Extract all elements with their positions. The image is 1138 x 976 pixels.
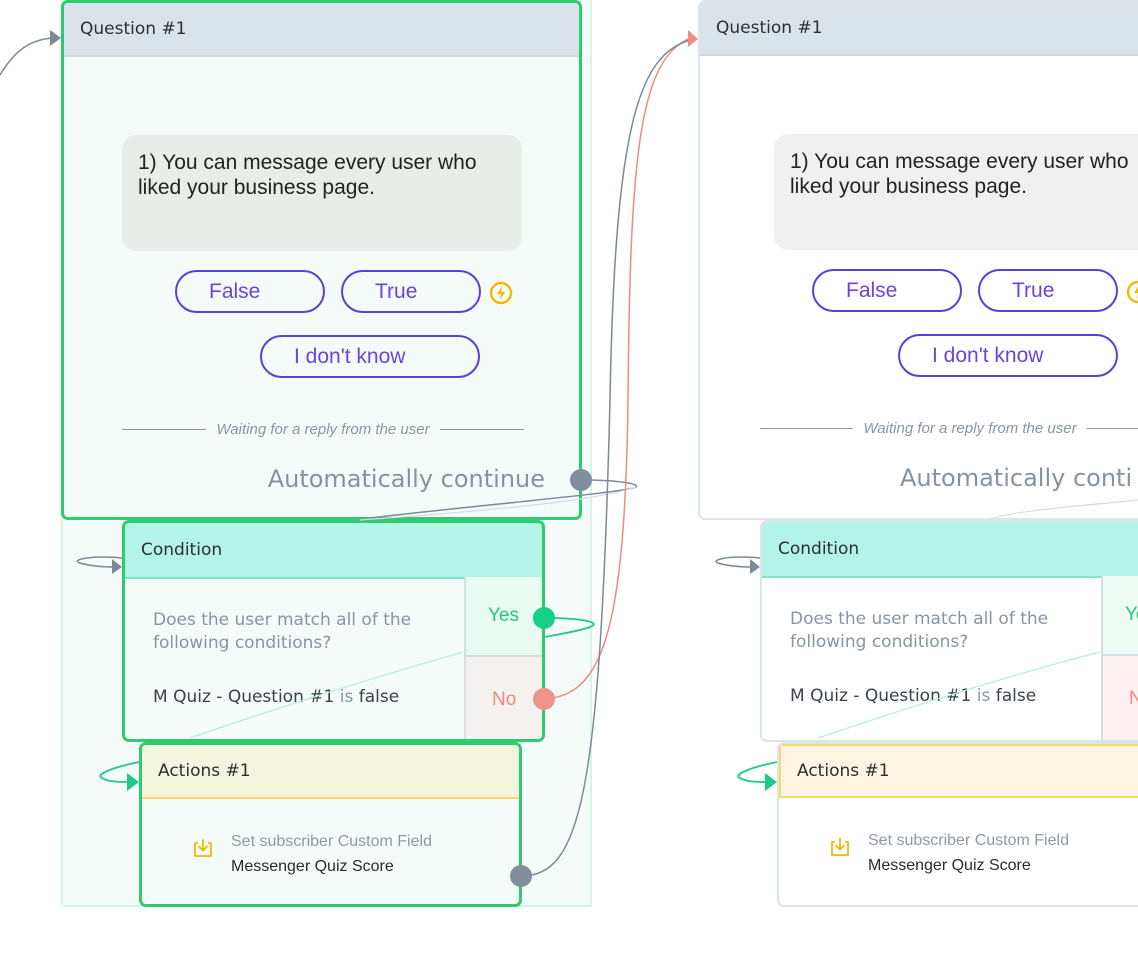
actions-title: Actions #1 [158,761,251,781]
arrow-head-icon [50,30,61,46]
condition-node-right[interactable]: Condition Does the user match all of the… [760,520,1138,742]
actions-node-left[interactable]: Actions #1 Set subscriber Custom Field M… [139,742,522,907]
condition-node-header[interactable]: Condition [125,523,542,579]
action-type: Set subscriber Custom Field [868,832,1069,849]
yes-output-port[interactable] [533,607,555,629]
condition-yes-branch: Ye [1101,576,1138,656]
condition-question: Does the user match all of the following… [153,610,412,653]
rule-operator: is [976,686,991,706]
quick-reply-false[interactable]: False [175,270,325,313]
rule-value: false [995,686,1037,706]
waiting-text: Waiting for a reply from the user [216,421,430,438]
question-title: Question #1 [80,19,187,39]
question-node-header[interactable]: Question #1 [64,3,579,57]
auto-continue-label: Automatically continue [267,465,545,493]
wire-condition-loop-right [715,556,761,568]
question-title: Question #1 [716,18,823,38]
auto-continue-label: Automatically conti [900,464,1133,492]
action-value: Messenger Quiz Score [231,858,394,875]
waiting-divider: Waiting for a reply from the user [760,420,1138,437]
question-node-left[interactable]: Question #1 1) You can message every use… [61,0,582,520]
rule-operator: is [339,687,354,707]
action-value: Messenger Quiz Score [868,857,1031,874]
actions-output-port[interactable] [510,865,532,887]
condition-rule: M Quiz - Question #1 is false [153,687,399,707]
question-node-header[interactable]: Question #1 [700,2,1138,56]
no-output-port[interactable] [533,688,555,710]
lightning-bolt-icon [489,281,513,305]
quick-reply-false[interactable]: False [812,269,962,312]
action-type: Set subscriber Custom Field [231,833,432,850]
question-node-right[interactable]: Question #1 1) You can message every use… [698,0,1138,520]
actions-title: Actions #1 [797,761,890,781]
actions-node-header[interactable]: Actions #1 [779,744,1138,798]
condition-rule: M Quiz - Question #1 is false [790,686,1036,706]
arrow-head-icon [688,30,698,47]
condition-node-left[interactable]: Condition Does the user match all of the… [122,520,545,742]
actions-node-header[interactable]: Actions #1 [142,745,519,799]
condition-title: Condition [141,540,223,560]
arrow-head-icon [765,773,777,791]
wire-actions-loop-right [737,761,778,783]
arrow-head-icon [750,559,760,574]
waiting-text: Waiting for a reply from the user [863,420,1077,437]
quick-reply-dont-know[interactable]: I don't know [898,334,1118,377]
wire-incoming-question [0,37,53,76]
quick-reply-true[interactable]: True [341,270,481,313]
condition-title: Condition [778,539,860,559]
condition-node-header[interactable]: Condition [762,522,1138,578]
quick-reply-true[interactable]: True [978,269,1118,312]
download-tray-icon [831,838,849,856]
rule-field: M Quiz - Question #1 [790,686,972,706]
rule-field: M Quiz - Question #1 [153,687,335,707]
flow-canvas[interactable]: Question #1 1) You can message every use… [0,0,1138,976]
lightning-bolt-icon [1126,280,1138,304]
condition-question: Does the user match all of the following… [790,609,1049,652]
auto-continue-port[interactable] [570,469,592,491]
message-bubble: 1) You can message every user who liked … [774,134,1138,250]
quick-reply-dont-know[interactable]: I don't know [260,335,480,378]
rule-value: false [358,687,400,707]
waiting-divider: Waiting for a reply from the user [122,421,524,438]
condition-no-branch: N [1101,656,1138,740]
download-tray-icon [194,839,212,857]
actions-node-right[interactable]: Actions #1 Set subscriber Custom Field M… [777,742,1138,907]
message-bubble: 1) You can message every user who liked … [122,135,522,251]
